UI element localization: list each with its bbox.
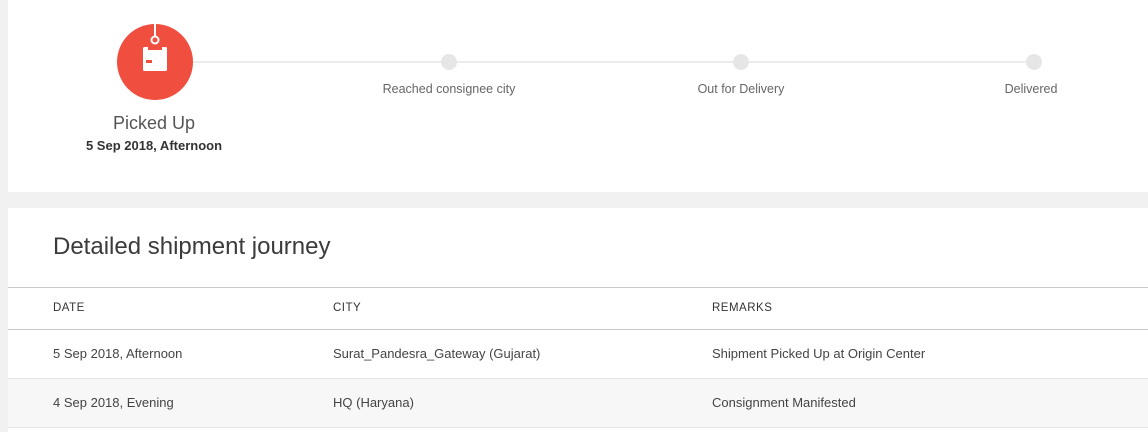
column-header-remarks: REMARKS (712, 302, 773, 314)
step-dot-reached-consignee-city (441, 54, 457, 70)
current-step-label: Picked Up (112, 113, 196, 133)
step-dot-out-for-delivery (733, 54, 749, 70)
journey-table: DATE CITY REMARKS 5 Sep 2018, Afternoon … (8, 287, 1148, 428)
row-remarks: Shipment Picked Up at Origin Center (712, 346, 926, 361)
package-hook-icon (143, 24, 167, 71)
shipment-progress-card: Picked Up 5 Sep 2018, Afternoon Reached … (8, 0, 1148, 192)
current-step-marker (117, 24, 193, 100)
shipment-journey-card: Detailed shipment journey DATE CITY REMA… (8, 208, 1148, 432)
table-row: 5 Sep 2018, Afternoon Surat_Pandesra_Gat… (8, 330, 1148, 379)
table-row: 4 Sep 2018, Evening HQ (Haryana) Consign… (8, 379, 1148, 428)
row-remarks: Consignment Manifested (712, 395, 856, 410)
step-dot-delivered (1026, 54, 1042, 70)
step-label-out-for-delivery: Out for Delivery (697, 82, 785, 96)
row-date: 4 Sep 2018, Evening (53, 395, 174, 410)
row-date: 5 Sep 2018, Afternoon (53, 346, 183, 361)
progress-track-line (154, 61, 1040, 63)
step-label-reached-consignee-city: Reached consignee city (382, 82, 516, 96)
journey-title: Detailed shipment journey (53, 233, 331, 260)
row-city: Surat_Pandesra_Gateway (Gujarat) (333, 346, 541, 361)
column-header-date: DATE (53, 302, 85, 314)
row-city: HQ (Haryana) (333, 395, 414, 410)
column-header-city: CITY (333, 302, 362, 314)
step-label-delivered: Delivered (1004, 82, 1058, 96)
table-header-row: DATE CITY REMARKS (8, 288, 1148, 330)
current-step-date: 5 Sep 2018, Afternoon (85, 138, 223, 153)
